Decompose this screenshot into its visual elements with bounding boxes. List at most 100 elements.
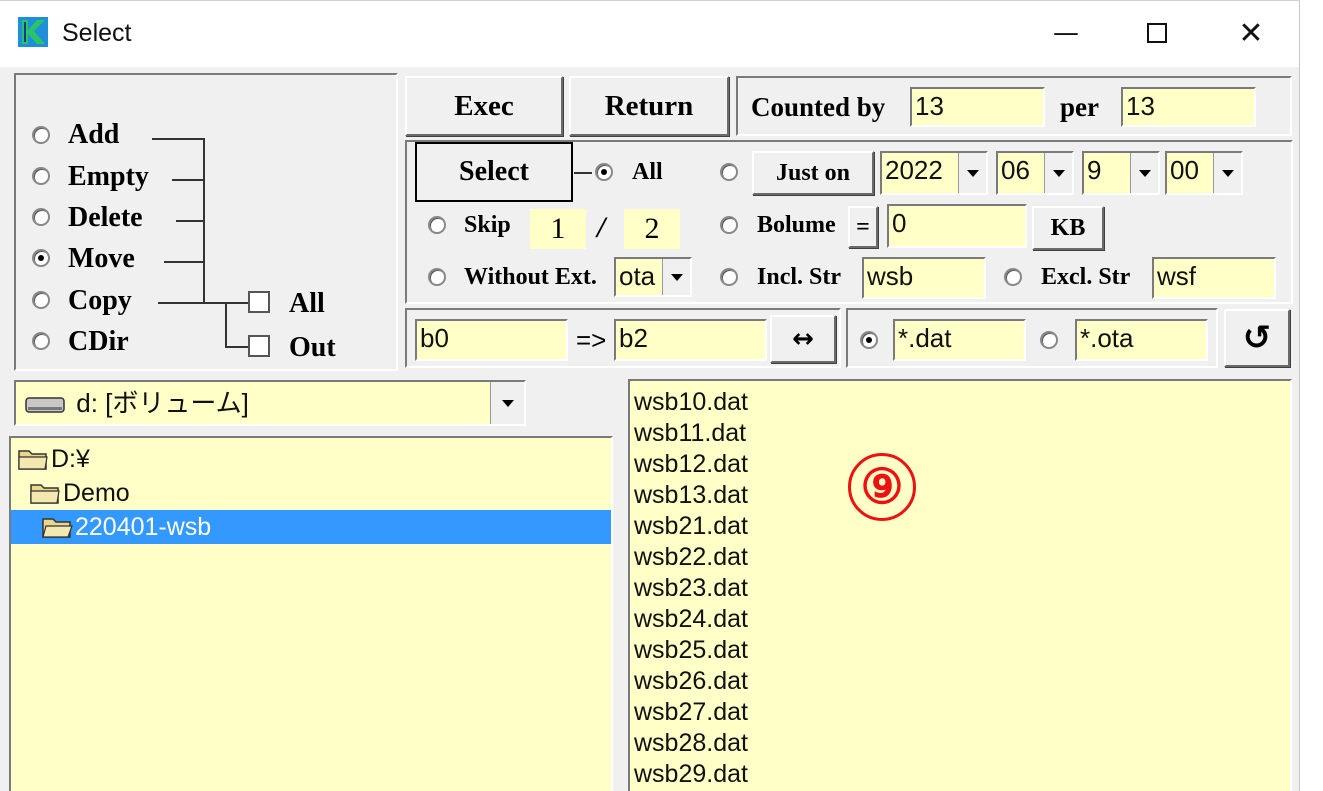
maximize-icon <box>1147 23 1167 43</box>
counted-by-input[interactable]: 13 <box>910 87 1045 127</box>
per-label: per <box>1060 92 1099 122</box>
rename-to-input[interactable]: b2 <box>614 319 767 361</box>
skip-numerator[interactable]: 1 <box>530 209 586 249</box>
tree-item-root[interactable]: D:¥ <box>11 442 611 476</box>
incl-str-label: Incl. Str <box>757 264 841 290</box>
tree-item-demo[interactable]: Demo <box>11 476 611 510</box>
excl-str-label: Excl. Str <box>1041 264 1131 290</box>
select-all-label: All <box>632 159 663 185</box>
radio-add[interactable] <box>32 126 50 144</box>
list-item[interactable]: wsb21.dat <box>630 511 1290 542</box>
mode-delete-label: Delete <box>68 202 143 233</box>
exec-button[interactable]: Exec <box>405 76 563 136</box>
incl-str-input[interactable]: wsb <box>862 257 986 299</box>
counted-by-label: Counted by <box>751 92 886 122</box>
connector-line <box>176 220 204 222</box>
radio-empty[interactable] <box>32 167 50 185</box>
chevron-down-icon[interactable] <box>1213 153 1241 193</box>
radio-move[interactable] <box>32 249 50 267</box>
radio-incl-str[interactable] <box>720 268 738 286</box>
month-select[interactable]: 06 <box>996 151 1074 195</box>
radio-just-on[interactable] <box>720 163 738 181</box>
minimize-button[interactable]: — <box>1036 11 1096 55</box>
skip-denominator[interactable]: 2 <box>624 209 680 249</box>
radio-filter-dat[interactable] <box>860 331 878 349</box>
list-item[interactable]: wsb27.dat <box>630 697 1290 728</box>
year-select[interactable]: 2022 <box>880 151 988 195</box>
mode-empty-label: Empty <box>68 161 149 192</box>
per-input[interactable]: 13 <box>1121 87 1256 127</box>
list-item[interactable]: wsb13.dat <box>630 480 1290 511</box>
hour-select-value: 00 <box>1170 155 1199 185</box>
connector-line <box>158 302 250 304</box>
list-item[interactable]: wsb12.dat <box>630 449 1290 480</box>
maximize-button[interactable] <box>1127 11 1187 55</box>
list-item[interactable]: wsb28.dat <box>630 728 1290 759</box>
filter-dat-input[interactable]: *.dat <box>893 319 1026 361</box>
kb-button[interactable]: KB <box>1032 206 1104 250</box>
select-connector-line <box>574 172 592 174</box>
folder-icon <box>30 484 60 504</box>
bolume-label: Bolume <box>757 212 836 238</box>
radio-excl-str[interactable] <box>1004 268 1022 286</box>
radio-bolume[interactable] <box>720 216 738 234</box>
mode-cdir-label: CDir <box>68 326 129 357</box>
radio-copy[interactable] <box>32 291 50 309</box>
mode-move-label: Move <box>68 243 135 274</box>
drive-select[interactable]: d: [ボリューム] <box>14 380 526 426</box>
refresh-icon: ↺ <box>1242 318 1272 358</box>
app-logo-icon <box>18 17 48 47</box>
list-item[interactable]: wsb24.dat <box>630 604 1290 635</box>
swap-button[interactable]: ↔ <box>770 315 836 363</box>
tree-item-label: D:¥ <box>51 444 90 473</box>
radio-cdir[interactable] <box>32 332 50 350</box>
day-select-value: 9 <box>1087 155 1102 185</box>
list-item[interactable]: wsb11.dat <box>630 418 1290 449</box>
filter-ota-input[interactable]: *.ota <box>1075 319 1208 361</box>
skip-separator: / <box>597 211 606 244</box>
radio-without-ext[interactable] <box>428 268 446 286</box>
chevron-down-icon[interactable] <box>1130 153 1158 193</box>
list-item[interactable]: wsb29.dat <box>630 759 1290 790</box>
file-list[interactable]: wsb10.dat wsb11.dat wsb12.dat wsb13.dat … <box>628 379 1292 791</box>
chevron-down-icon[interactable] <box>958 153 986 193</box>
tree-item-label: 220401-wsb <box>75 512 212 541</box>
list-item[interactable]: wsb26.dat <box>630 666 1290 697</box>
bolume-operator-button[interactable]: = <box>848 206 878 248</box>
radio-delete[interactable] <box>32 208 50 226</box>
radio-skip[interactable] <box>428 216 446 234</box>
chevron-down-icon[interactable] <box>662 259 690 295</box>
all-checkbox[interactable] <box>248 291 270 313</box>
tree-item-220401-wsb[interactable]: 220401-wsb <box>11 510 611 544</box>
radio-select-all[interactable] <box>595 163 613 181</box>
just-on-button[interactable]: Just on <box>752 151 874 195</box>
drive-select-value: d: [ボリューム] <box>76 388 249 418</box>
list-item[interactable]: wsb23.dat <box>630 573 1290 604</box>
swap-icon: ↔ <box>792 324 814 354</box>
excl-str-input[interactable]: wsf <box>1152 257 1276 299</box>
connector-line <box>225 346 249 348</box>
day-select[interactable]: 9 <box>1082 151 1160 195</box>
return-button[interactable]: Return <box>569 76 729 136</box>
month-select-value: 06 <box>1001 155 1030 185</box>
chevron-down-icon[interactable] <box>490 382 524 424</box>
without-ext-select[interactable]: ota <box>614 257 692 297</box>
directory-tree[interactable]: D:¥ Demo 220401-wsb <box>9 436 613 791</box>
rename-from-input[interactable]: b0 <box>415 319 568 361</box>
list-item[interactable]: wsb22.dat <box>630 542 1290 573</box>
connector-line <box>164 261 204 263</box>
hour-select[interactable]: 00 <box>1165 151 1243 195</box>
connector-line <box>225 302 227 346</box>
without-ext-value: ota <box>619 261 656 291</box>
drive-icon <box>25 397 65 413</box>
refresh-button[interactable]: ↺ <box>1224 309 1290 367</box>
select-window: Select — ✕ Add Empty Delete Move Copy CD… <box>0 0 1300 791</box>
bolume-input[interactable]: 0 <box>887 204 1027 248</box>
list-item[interactable]: wsb10.dat <box>630 387 1290 418</box>
list-item[interactable]: wsb25.dat <box>630 635 1290 666</box>
radio-filter-ota[interactable] <box>1040 331 1058 349</box>
out-checkbox[interactable] <box>248 335 270 357</box>
chevron-down-icon[interactable] <box>1044 153 1072 193</box>
select-button[interactable]: Select <box>415 142 573 202</box>
close-button[interactable]: ✕ <box>1221 11 1281 55</box>
